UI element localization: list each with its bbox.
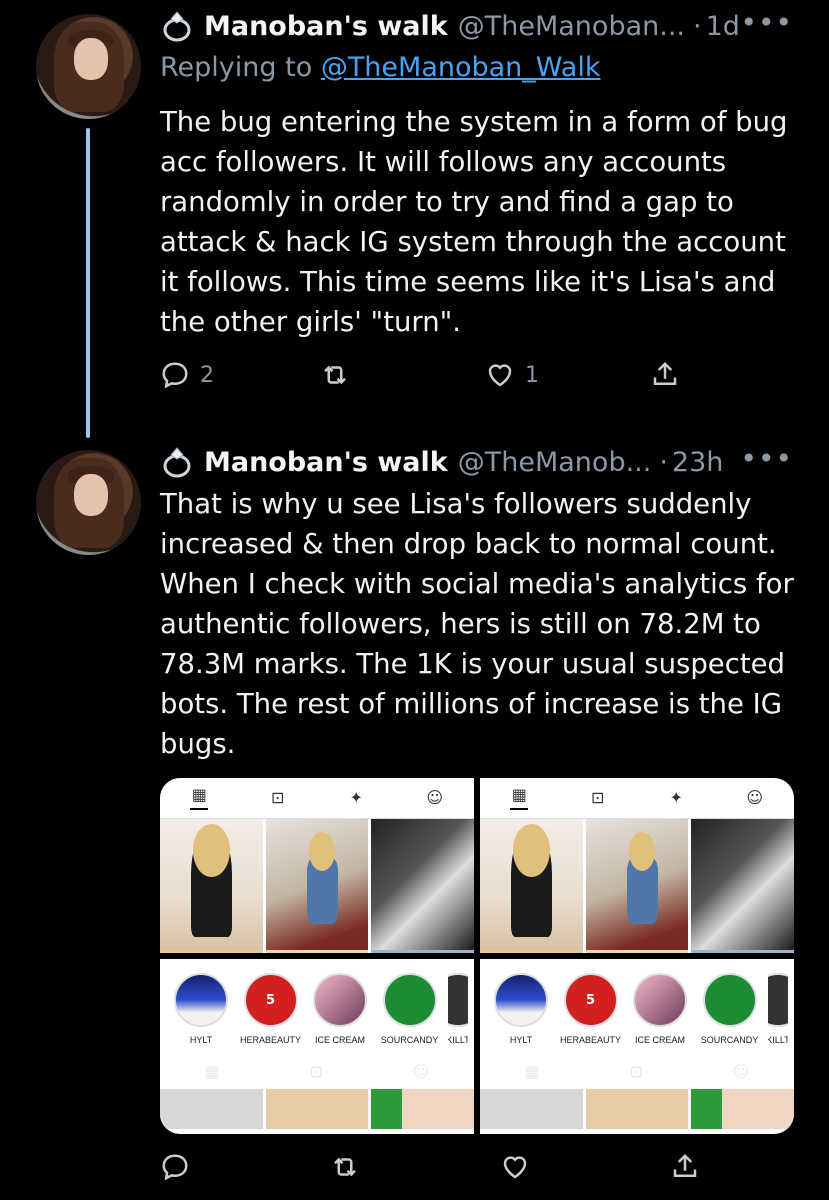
timestamp[interactable]: 23h (672, 447, 723, 478)
reels-icon: ⊡ (591, 788, 605, 807)
grid-icon: ▦ (190, 786, 209, 810)
more-options-button[interactable]: ••• (740, 6, 793, 39)
tweet-actions (160, 1152, 700, 1182)
story-highlight: SOURCANDY (699, 973, 761, 1045)
tagged-icon: ☺ (746, 788, 764, 807)
tagged-icon: ☺ (412, 1061, 430, 1081)
tweet-header: Manoban's walk @TheManoban... · 1d (160, 6, 740, 46)
replying-handle-link[interactable]: @TheManoban_Walk (321, 52, 601, 83)
grid-icon: ▦ (204, 1061, 220, 1081)
story-highlight: SOURCANDY (379, 973, 441, 1045)
replying-to: Replying to @TheManoban_Walk (160, 52, 600, 83)
handle[interactable]: @TheManoban... (458, 11, 685, 42)
tagged-icon: ☺ (732, 1061, 750, 1081)
reply-button[interactable] (160, 1152, 190, 1182)
share-button[interactable] (670, 1152, 700, 1182)
retweet-button[interactable] (330, 1152, 360, 1182)
reply-icon (162, 362, 188, 389)
thread-line (86, 128, 90, 438)
like-button[interactable] (500, 1152, 530, 1182)
share-icon (673, 1153, 697, 1177)
display-name[interactable]: Manoban's walk (204, 447, 448, 478)
story-highlight: ICE CREAM (309, 973, 371, 1045)
story-highlight: KILLT (448, 973, 468, 1045)
handle[interactable]: @TheManob... (458, 447, 652, 478)
like-button[interactable]: 1 (485, 360, 650, 390)
story-highlight: HYLT (490, 973, 552, 1045)
separator: · (692, 10, 702, 42)
ring-icon (163, 11, 191, 42)
story-highlight: HYLT (170, 973, 232, 1045)
story-highlight: 5 HERABEAUTY (240, 973, 302, 1045)
story-highlight: KILLT (768, 973, 788, 1045)
like-icon (488, 364, 512, 387)
grid-icon: ▦ (510, 786, 529, 810)
grid-icon: ▦ (524, 1061, 540, 1081)
separator: · (659, 446, 668, 478)
share-icon (653, 361, 677, 385)
retweet-icon (334, 1157, 356, 1177)
reels-icon: ⊡ (629, 1061, 643, 1081)
tagged-icon: ☺ (426, 788, 444, 807)
like-icon (503, 1156, 527, 1179)
avatar[interactable] (36, 450, 141, 555)
more-options-button[interactable]: ••• (740, 442, 793, 475)
like-count: 1 (525, 362, 539, 388)
story-highlight: ICE CREAM (629, 973, 691, 1045)
sparkle-icon: ✦ (669, 788, 683, 807)
media-grid[interactable]: ▦ ⊡ ✦ ☺ ▦ ⊡ ✦ ☺ HYLT 5 HERABEAUTY ICE CR… (160, 778, 794, 1134)
reply-count: 2 (200, 362, 214, 388)
media-image-3[interactable]: HYLT 5 HERABEAUTY ICE CREAM SOURCANDY KIL… (160, 959, 474, 1134)
tweet-actions: 2 1 (160, 355, 700, 395)
reels-icon: ⊡ (271, 788, 285, 807)
tweet-text: The bug entering the system in a form of… (160, 106, 788, 338)
timestamp[interactable]: 1d (706, 11, 740, 42)
sparkle-icon: ✦ (349, 788, 363, 807)
display-name[interactable]: Manoban's walk (204, 11, 448, 42)
ring-icon (163, 447, 191, 478)
story-highlight: 5 HERABEAUTY (560, 973, 622, 1045)
retweet-button[interactable] (320, 360, 485, 390)
tweet-header: Manoban's walk @TheManob... · 23h (160, 442, 723, 482)
retweet-icon (324, 365, 346, 385)
reply-icon (162, 1154, 188, 1181)
replying-prefix: Replying to (160, 52, 313, 83)
media-image-2[interactable]: ▦ ⊡ ✦ ☺ (480, 778, 794, 953)
reels-icon: ⊡ (309, 1061, 323, 1081)
tweet-1[interactable]: Manoban's walk @TheManoban... · 1d ••• R… (0, 0, 829, 440)
reply-button[interactable]: 2 (160, 360, 320, 390)
media-image-1[interactable]: ▦ ⊡ ✦ ☺ (160, 778, 474, 953)
tweet-text: That is why u see Lisa's followers sudde… (160, 488, 794, 760)
media-image-4[interactable]: HYLT 5 HERABEAUTY ICE CREAM SOURCANDY KIL… (480, 959, 794, 1134)
share-button[interactable] (650, 360, 680, 390)
avatar[interactable] (36, 14, 141, 119)
